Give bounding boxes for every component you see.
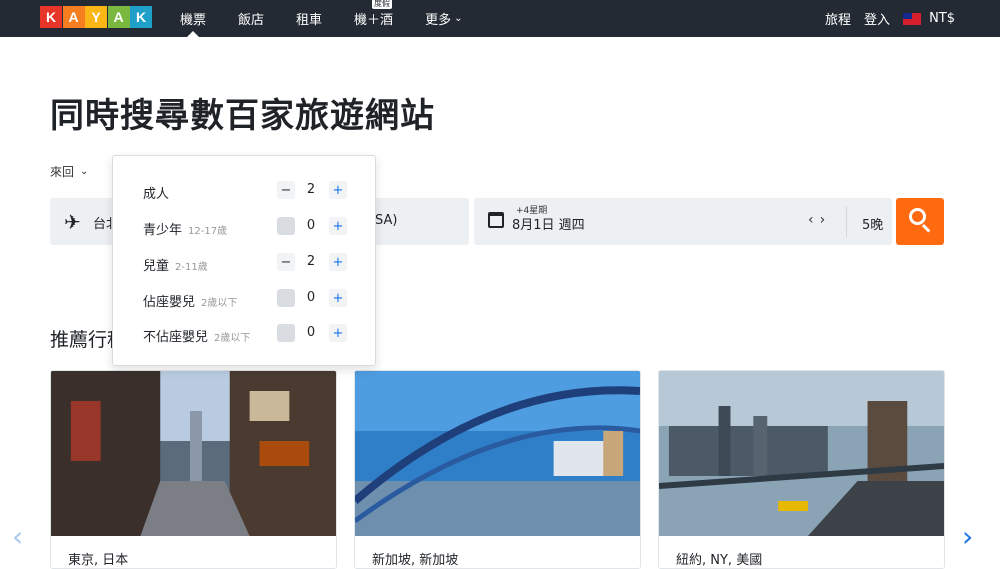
traveler-type: 成人 — [143, 187, 170, 202]
travelers-dropdown: 成人 − 2 + 青少年 12-17歲 − 0 + 兒童 2-11歲 − 2 + 佔… — [112, 155, 376, 366]
traveler-age: 2歲以下 — [201, 298, 238, 309]
decrease-button[interactable]: − — [277, 253, 295, 271]
traveler-row-infant-seat: 佔座嬰兒 2歲以下 − 0 + — [113, 289, 375, 310]
decrease-button[interactable]: − — [277, 217, 295, 235]
traveler-label: 青少年 12-17歲 — [143, 219, 227, 238]
carousel-next-icon[interactable]: › — [962, 520, 973, 553]
nights-count[interactable]: 5晚 — [862, 214, 883, 233]
decrease-button[interactable]: − — [277, 289, 295, 307]
destination-card-tokyo[interactable]: 東京, 日本 — [50, 370, 337, 569]
traveler-count: 0 — [306, 290, 316, 305]
traveler-type: 不佔座嬰兒 — [143, 330, 209, 345]
login-link[interactable]: 登入 — [864, 9, 890, 28]
increase-button[interactable]: + — [329, 253, 347, 271]
search-icon — [909, 208, 926, 225]
traveler-row-infant-lap: 不佔座嬰兒 2歲以下 − 0 + — [113, 324, 375, 345]
account-nav: 旅程 登入 NT$ — [812, 0, 955, 37]
card-caption: 東京, 日本 — [68, 553, 129, 568]
packages-badge: 度假 — [372, 0, 393, 9]
nav-packages-label: 機＋酒 — [354, 13, 394, 28]
logo-letter: A — [62, 6, 85, 28]
chevron-down-icon: ⌄ — [454, 13, 463, 24]
nav-cars-label: 租車 — [296, 13, 323, 28]
nav-more-label: 更多 — [425, 13, 452, 28]
nav-hotels[interactable]: 飯店 — [238, 0, 264, 37]
logo-letter: A — [107, 6, 130, 28]
traveler-count: 2 — [306, 254, 316, 269]
increase-button[interactable]: + — [329, 324, 347, 342]
traveler-label: 成人 — [143, 183, 175, 202]
logo-letter: Y — [85, 6, 107, 28]
increase-button[interactable]: + — [329, 289, 347, 307]
search-button[interactable] — [896, 198, 944, 245]
logo-letter: K — [130, 6, 152, 28]
card-caption: 紐約, NY, 美國 — [676, 553, 763, 568]
nav-cars[interactable]: 租車 — [296, 0, 322, 37]
traveler-row-children: 兒童 2-11歲 − 2 + — [113, 253, 375, 274]
decrease-button[interactable]: − — [277, 324, 295, 342]
trip-type-label: 來回 — [50, 165, 75, 179]
traveler-age: 12-17歲 — [188, 226, 228, 237]
carousel-prev-icon[interactable]: ‹ — [12, 520, 23, 553]
destination-card-newyork[interactable]: 紐約, NY, 美國 — [658, 370, 945, 569]
increase-button[interactable]: + — [329, 181, 347, 199]
traveler-row-teens: 青少年 12-17歲 − 0 + — [113, 217, 375, 238]
nav-more[interactable]: 更多 ⌄ — [425, 0, 462, 37]
destination-card-singapore[interactable]: 新加坡, 新加坡 — [354, 370, 641, 569]
date-field[interactable]: +4星期 8月1日 週四 ‹› 5晚 — [474, 198, 892, 245]
increase-button[interactable]: + — [329, 217, 347, 235]
chevron-down-icon: ⌄ — [80, 166, 89, 177]
traveler-type: 兒童 — [143, 259, 170, 274]
traveler-label: 佔座嬰兒 2歲以下 — [143, 291, 237, 310]
traveler-age: 2歲以下 — [214, 333, 251, 344]
destination-value: SA) — [375, 213, 398, 228]
search-icon-handle — [921, 224, 931, 233]
top-navigation-bar: K A Y A K 機票 飯店 租車 度假 機＋酒 更多 ⌄ 旅程 登入 NT$ — [0, 0, 1000, 37]
singapore-photo — [355, 371, 640, 536]
nav-flights-label: 機票 — [180, 13, 207, 28]
trips-link[interactable]: 旅程 — [825, 9, 851, 28]
taiwan-flag-icon — [903, 12, 922, 25]
nav-packages[interactable]: 度假 機＋酒 — [354, 0, 393, 37]
card-caption: 新加坡, 新加坡 — [372, 553, 459, 568]
departure-date: 8月1日 週四 — [512, 218, 585, 233]
main-nav: 機票 飯店 租車 度假 機＋酒 更多 ⌄ — [180, 0, 494, 37]
traveler-label: 兒童 2-11歲 — [143, 255, 208, 274]
traveler-type: 佔座嬰兒 — [143, 295, 196, 310]
logo-letter: K — [40, 6, 62, 28]
decrease-button[interactable]: − — [277, 181, 295, 199]
date-step-arrows[interactable]: ‹› — [808, 212, 831, 228]
currency-label: NT$ — [929, 11, 955, 26]
nav-flights[interactable]: 機票 — [180, 0, 206, 37]
calendar-icon — [488, 212, 504, 228]
currency-selector[interactable]: NT$ — [903, 11, 955, 26]
traveler-count: 0 — [306, 218, 316, 233]
newyork-photo — [659, 371, 944, 536]
airplane-icon: ✈ — [64, 210, 81, 234]
page-title: 同時搜尋數百家旅遊網站 — [50, 96, 435, 136]
traveler-count: 0 — [306, 325, 316, 340]
traveler-label: 不佔座嬰兒 2歲以下 — [143, 326, 250, 345]
trip-type-selector[interactable]: 來回 ⌄ — [50, 163, 88, 180]
traveler-type: 青少年 — [143, 223, 183, 238]
traveler-row-adults: 成人 − 2 + — [113, 181, 375, 202]
date-divider — [846, 206, 847, 237]
traveler-age: 2-11歲 — [175, 262, 208, 273]
tokyo-photo — [51, 371, 336, 536]
kayak-logo[interactable]: K A Y A K — [40, 6, 153, 28]
nav-hotels-label: 飯店 — [238, 13, 265, 28]
traveler-count: 2 — [306, 182, 316, 197]
